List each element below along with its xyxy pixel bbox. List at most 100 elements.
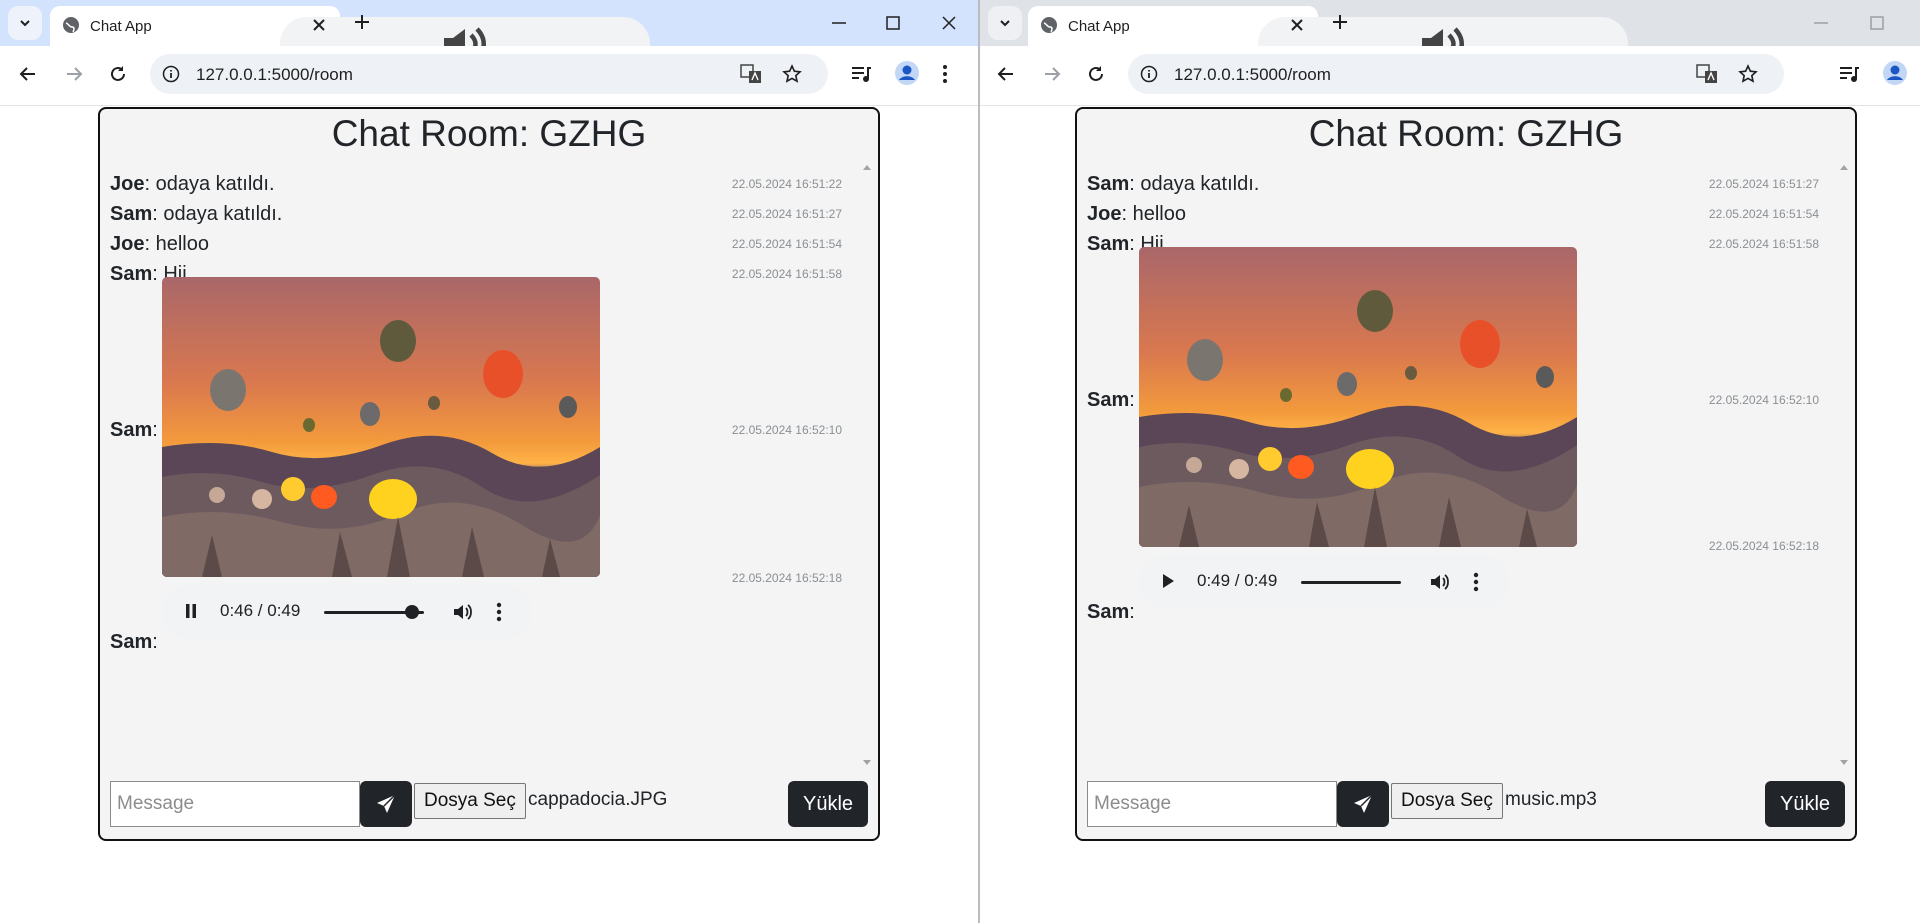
tab-strip: Chat App (980, 0, 1920, 71)
audio-time: 0:49 / 0:49 (1197, 571, 1278, 590)
send-button[interactable] (360, 781, 412, 827)
message-timestamp: 22.05.2024 16:52:18 (1708, 539, 1819, 553)
message-row: Joe: odaya katıldı. 22.05.2024 16:51:22 (110, 173, 856, 196)
shared-photo[interactable] (162, 277, 600, 577)
close-tab-icon[interactable] (1290, 18, 1304, 32)
reload-icon[interactable] (1086, 64, 1106, 84)
message-text: : odaya katıldı. (1129, 173, 1260, 195)
menu-dots-icon[interactable] (942, 64, 948, 84)
back-icon[interactable] (996, 64, 1016, 84)
maximize-icon[interactable] (884, 10, 902, 36)
message-list[interactable]: Joe: odaya katıldı. 22.05.2024 16:51:22 S… (110, 165, 856, 765)
minimize-icon[interactable] (1812, 10, 1830, 36)
message-row: Joe: helloo 22.05.2024 16:51:54 (110, 233, 856, 256)
scroll-up-arrow-icon[interactable] (1840, 165, 1848, 170)
browser-tab[interactable]: Chat App (50, 6, 650, 71)
tab-title: Chat App (1068, 18, 1130, 35)
audio-progress-knob[interactable] (405, 605, 419, 619)
scroll-up-arrow-icon[interactable] (863, 165, 871, 170)
message-user: Sam (110, 203, 153, 225)
more-options-icon[interactable] (1473, 571, 1479, 593)
new-tab-icon[interactable] (1330, 12, 1350, 32)
message-user: Sam (1087, 389, 1130, 411)
media-controls-icon[interactable] (1838, 64, 1860, 84)
message-timestamp: 22.05.2024 16:51:27 (731, 207, 842, 221)
audio-progress-bar[interactable] (1301, 581, 1401, 584)
paper-plane-icon (1354, 794, 1373, 813)
chevron-down-icon (1000, 20, 1010, 27)
message-user: Sam (1087, 601, 1130, 623)
message-timestamp: 22.05.2024 16:51:22 (731, 177, 842, 191)
message-user: Sam (110, 631, 153, 653)
message-user: Sam (1087, 233, 1130, 255)
message-row: Sam: (1087, 601, 1833, 624)
close-tab-icon[interactable] (312, 18, 326, 32)
message-timestamp: 22.05.2024 16:51:54 (1708, 207, 1819, 221)
translate-icon[interactable] (1696, 64, 1718, 84)
back-icon[interactable] (18, 64, 38, 84)
site-info-icon[interactable] (1140, 65, 1158, 83)
message-user: Joe (110, 233, 145, 255)
browser-toolbar: 127.0.0.1:5000/room (980, 46, 1920, 106)
message-input[interactable] (1087, 781, 1337, 827)
balloon-photo-image (1139, 247, 1577, 547)
bookmark-star-icon[interactable] (1738, 64, 1758, 84)
message-timestamp: 22.05.2024 16:52:18 (731, 571, 842, 585)
site-info-icon[interactable] (162, 65, 180, 83)
upload-button[interactable]: Yükle (1765, 781, 1845, 827)
maximize-icon[interactable] (1868, 10, 1886, 36)
translate-icon[interactable] (740, 64, 762, 84)
balloon-photo-image (162, 277, 600, 577)
reload-icon[interactable] (108, 64, 128, 84)
message-composer: Dosya Seç cappadocia.JPG Yükle (110, 781, 868, 827)
new-tab-icon[interactable] (352, 12, 372, 32)
scroll-down-arrow-icon[interactable] (1840, 760, 1848, 765)
address-bar[interactable]: 127.0.0.1:5000/room (1128, 54, 1784, 94)
message-user: Sam (110, 419, 153, 441)
upload-button[interactable]: Yükle (788, 781, 868, 827)
audio-time: 0:46 / 0:49 (220, 601, 301, 620)
minimize-icon[interactable] (830, 10, 848, 36)
message-user: Joe (110, 173, 145, 195)
tab-search-button[interactable] (8, 6, 42, 40)
forward-icon[interactable] (64, 64, 84, 84)
url-text: 127.0.0.1:5000/room (196, 65, 353, 84)
message-text: : helloo (1121, 203, 1186, 225)
send-button[interactable] (1337, 781, 1389, 827)
message-scrollbar[interactable] (1837, 165, 1849, 765)
forward-icon[interactable] (1042, 64, 1062, 84)
globe-icon (63, 17, 79, 33)
message-input[interactable] (110, 781, 360, 827)
choose-file-button[interactable]: Dosya Seç (414, 783, 526, 819)
message-timestamp: 22.05.2024 16:52:10 (731, 423, 842, 437)
volume-icon[interactable] (452, 601, 474, 623)
bookmark-star-icon[interactable] (782, 64, 802, 84)
globe-icon (1041, 17, 1057, 33)
selected-file-name: music.mp3 (1505, 789, 1597, 810)
profile-avatar-icon[interactable] (894, 60, 920, 86)
message-composer: Dosya Seç music.mp3 Yükle (1087, 781, 1845, 827)
message-row: Sam: (110, 631, 856, 654)
browser-tab[interactable]: Chat App (1028, 6, 1628, 71)
profile-avatar-icon[interactable] (1882, 60, 1908, 86)
message-text: : helloo (144, 233, 209, 255)
message-user: Sam (110, 263, 153, 285)
message-list[interactable]: Sam : odaya katıldı. 22.05.2024 16:51:27 J… (1087, 165, 1833, 765)
close-window-icon[interactable] (940, 10, 958, 36)
play-icon[interactable] (1161, 573, 1175, 589)
choose-file-button[interactable]: Dosya Seç (1391, 783, 1503, 819)
message-user: Joe (1087, 203, 1122, 225)
more-options-icon[interactable] (496, 601, 502, 623)
scroll-down-arrow-icon[interactable] (863, 760, 871, 765)
volume-icon[interactable] (1429, 571, 1451, 593)
message-timestamp: 22.05.2024 16:51:58 (1708, 237, 1819, 251)
media-controls-icon[interactable] (850, 64, 872, 84)
message-scrollbar[interactable] (860, 165, 872, 765)
message-timestamp: 22.05.2024 16:52:10 (1708, 393, 1819, 407)
pause-icon[interactable] (184, 603, 198, 619)
message-row: Sam: odaya katıldı. 22.05.2024 16:51:27 (1087, 173, 1833, 196)
address-bar[interactable]: 127.0.0.1:5000/room (150, 54, 828, 94)
tab-search-button[interactable] (988, 6, 1022, 40)
shared-photo[interactable] (1139, 247, 1577, 547)
message-timestamp: 22.05.2024 16:51:27 (1708, 177, 1819, 191)
